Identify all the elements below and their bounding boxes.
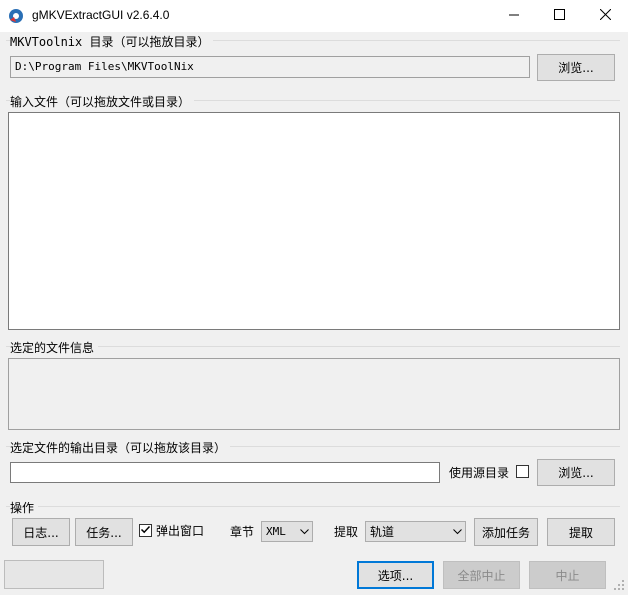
chevron-down-icon bbox=[296, 528, 312, 535]
popup-checkbox[interactable] bbox=[139, 524, 152, 537]
title-bar[interactable]: gMKVExtractGUI v2.6.4.0 bbox=[0, 0, 628, 32]
output-path-field[interactable] bbox=[10, 462, 440, 483]
extract-mode-select[interactable]: 轨道 bbox=[365, 521, 466, 542]
use-source-label: 使用源目录 bbox=[449, 466, 510, 480]
close-button[interactable] bbox=[582, 0, 628, 32]
progress-bar bbox=[4, 560, 104, 589]
file-info-label: 选定的文件信息 bbox=[10, 339, 99, 356]
options-button[interactable]: 选项... bbox=[357, 561, 434, 589]
abort-all-button[interactable]: 全部中止 bbox=[443, 561, 520, 589]
popup-label: 弹出窗口 bbox=[156, 524, 205, 538]
minimize-icon bbox=[509, 9, 519, 23]
actions-label: 操作 bbox=[10, 499, 39, 516]
chapter-type-select[interactable]: XML bbox=[261, 521, 313, 542]
input-files-tree[interactable] bbox=[8, 112, 620, 330]
close-icon bbox=[599, 8, 611, 23]
output-label: 选定文件的输出目录（可以拖放该目录） bbox=[10, 439, 231, 456]
output-browse-button[interactable]: 浏览... bbox=[537, 459, 615, 486]
add-job-button[interactable]: 添加任务 bbox=[474, 518, 538, 546]
mkvtoolnix-browse-button[interactable]: 浏览... bbox=[537, 54, 615, 81]
maximize-icon bbox=[553, 9, 565, 23]
abort-button[interactable]: 中止 bbox=[529, 561, 606, 589]
extract-button[interactable]: 提取 bbox=[547, 518, 615, 546]
file-info-textarea[interactable] bbox=[8, 358, 620, 430]
checkmark-icon bbox=[140, 524, 151, 538]
chapter-type-value: XML bbox=[266, 525, 286, 538]
extract-mode-value: 轨道 bbox=[370, 525, 395, 539]
chevron-down-icon bbox=[449, 528, 465, 535]
resize-grip[interactable] bbox=[612, 578, 626, 592]
mkvtoolnix-path-field[interactable]: D:\Program Files\MKVToolNix bbox=[10, 56, 530, 78]
chapter-label: 章节 bbox=[230, 525, 255, 539]
input-files-label: 输入文件（可以拖放文件或目录） bbox=[10, 93, 195, 110]
mkvtoolnix-label: MKVToolnix 目录（可以拖放目录） bbox=[10, 33, 214, 50]
use-source-checkbox[interactable] bbox=[516, 465, 529, 478]
window-title: gMKVExtractGUI v2.6.4.0 bbox=[32, 8, 170, 22]
extract-label: 提取 bbox=[334, 525, 359, 539]
app-icon bbox=[8, 8, 24, 24]
maximize-button[interactable] bbox=[536, 0, 582, 32]
log-button[interactable]: 日志... bbox=[12, 518, 70, 546]
minimize-button[interactable] bbox=[491, 0, 537, 32]
jobs-button[interactable]: 任务... bbox=[75, 518, 133, 546]
